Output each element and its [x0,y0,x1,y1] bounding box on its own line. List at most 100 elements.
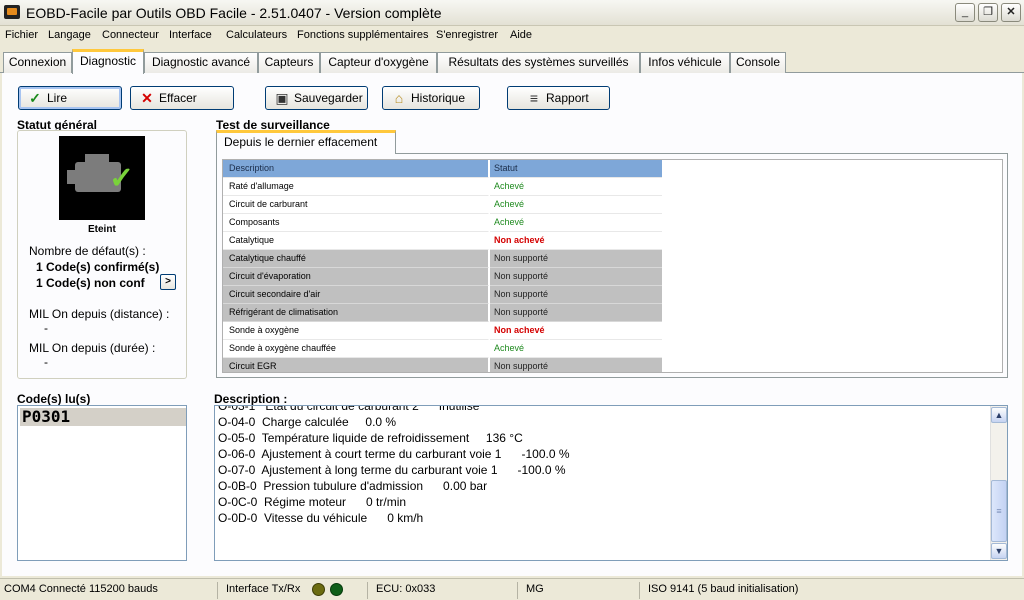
status-ecu: ECU: 0x033 [372,582,518,599]
mil-duree-value: - [44,355,48,369]
historique-button[interactable]: ⌂ Historique [382,86,480,110]
surveillance-table: Description Statut Raté d'allumage Achev… [222,159,1003,373]
row-description: Sonde à oxygène chauffée [223,340,489,358]
tab-capteurs[interactable]: Capteurs [258,52,320,73]
menu-calculateurs[interactable]: Calculateurs [226,29,287,41]
header-statut[interactable]: Statut [490,160,662,178]
status-interface: Interface Tx/Rx [222,582,368,599]
table-row[interactable]: Réfrigérant de climatisation Non support… [223,304,663,322]
show-more-codes-button[interactable]: > [160,274,176,290]
menu-langage[interactable]: Langage [48,29,91,41]
row-description: Raté d'allumage [223,178,489,196]
delete-x-icon: ✕ [141,90,153,106]
close-button[interactable]: ✕ [1001,3,1021,22]
table-row[interactable]: Raté d'allumage Achevé [223,178,663,196]
status-mg: MG [522,582,640,599]
table-row[interactable]: Circuit secondaire d'air Non supporté [223,286,663,304]
menu-enregistrer[interactable]: S'enregistrer [436,29,498,41]
row-description: Réfrigérant de climatisation [223,304,489,322]
tab-diagnostic[interactable]: Diagnostic [72,49,144,74]
menu-fichier[interactable]: Fichier [5,29,38,41]
codes-non-confirmes: 1 Code(s) non conf [36,276,145,290]
scroll-thumb[interactable]: ≡ [991,480,1007,542]
header-description[interactable]: Description [223,160,489,178]
mil-duree-label: MIL On depuis (durée) : [29,341,156,355]
folder-open-icon: ⌂ [394,90,404,106]
menu-aide[interactable]: Aide [510,29,532,41]
tab-depuis-dernier-effacement[interactable]: Depuis le dernier effacement [216,130,396,154]
row-statut: Achevé [490,196,662,214]
window-title: EOBD-Facile par Outils OBD Facile - 2.51… [26,5,442,21]
tx-led-icon [312,583,325,596]
status-protocol: ISO 9141 (5 baud initialisation) [648,583,799,595]
description-line: O-07-0 Ajustement à long terme du carbur… [218,463,566,477]
row-statut: Achevé [490,340,662,358]
description-line: O-06-0 Ajustement à court terme du carbu… [218,447,570,461]
menu-bar: Fichier Langage Connecteur Interface Cal… [0,26,1024,46]
lire-button[interactable]: ✓ Lire [18,86,122,110]
sauvegarder-button[interactable]: ▣ Sauvegarder [265,86,368,110]
description-line: O-05-0 Température liquide de refroidiss… [218,431,523,445]
row-statut: Achevé [490,214,662,232]
table-row[interactable]: Catalytique chauffé Non supporté [223,250,663,268]
table-row[interactable]: Circuit d'évaporation Non supporté [223,268,663,286]
row-statut: Non supporté [490,304,662,322]
title-bar[interactable]: EOBD-Facile par Outils OBD Facile - 2.51… [0,0,1024,26]
row-statut: Non achevé [490,322,662,340]
table-row[interactable]: Sonde à oxygène Non achevé [223,322,663,340]
green-check-icon: ✓ [109,162,135,195]
row-description: Circuit secondaire d'air [223,286,489,304]
row-statut: Achevé [490,178,662,196]
description-title: Description : [214,392,288,406]
table-row[interactable]: Sonde à oxygène chauffée Achevé [223,340,663,358]
scroll-down-arrow-icon[interactable]: ▼ [991,543,1007,559]
rx-led-icon [330,583,343,596]
menu-connecteur[interactable]: Connecteur [102,29,159,41]
mil-distance-label: MIL On depuis (distance) : [29,307,170,321]
row-statut: Non supporté [490,286,662,304]
tab-capteur-oxygene[interactable]: Capteur d'oxygène [320,52,437,73]
row-description: Sonde à oxygène [223,322,489,340]
app-window: EOBD-Facile par Outils OBD Facile - 2.51… [0,0,1024,600]
row-description: Circuit d'évaporation [223,268,489,286]
table-row[interactable]: Catalytique Non achevé [223,232,663,250]
tab-console[interactable]: Console [730,52,786,73]
codes-lus-title: Code(s) lu(s) [17,392,91,406]
check-icon: ✓ [29,90,41,106]
status-bar: COM4 Connecté 115200 bauds Interface Tx/… [0,578,1024,600]
nombre-defauts-label: Nombre de défaut(s) : [29,244,146,258]
mil-distance-value: - [44,321,48,335]
table-row[interactable]: Composants Achevé [223,214,663,232]
row-statut: Non achevé [490,232,662,250]
engine-warning-icon: ✓ [59,136,145,220]
description-line: O-0C-0 Régime moteur 0 tr/min [218,495,407,509]
description-line: O-0D-0 Vitesse du véhicule 0 km/h [218,511,424,525]
minimize-button[interactable]: _ [955,3,975,22]
app-logo-icon [4,5,20,19]
table-header: Description Statut [223,160,663,178]
table-row[interactable]: Circuit de carburant Achevé [223,196,663,214]
tab-diagnostic-avance[interactable]: Diagnostic avancé [144,52,258,73]
effacer-button[interactable]: ✕ Effacer [130,86,234,110]
menu-interface[interactable]: Interface [169,29,212,41]
surveillance-frame: Description Statut Raté d'allumage Achev… [216,153,1008,378]
mil-state: Eteint [88,224,116,235]
code-item-selected[interactable]: P0301 [20,408,186,426]
description-scrollbar[interactable]: ▲ ≡ ▼ [990,406,1007,560]
codes-list[interactable]: P0301 [17,405,187,561]
tab-infos-vehicule[interactable]: Infos véhicule [640,52,730,73]
rapport-button[interactable]: ≡ Rapport [507,86,610,110]
menu-fonctions-supplementaires[interactable]: Fonctions supplémentaires [297,29,428,41]
description-textbox[interactable]: O-03-1 Etat du circuit de carburant 2 In… [214,405,1008,561]
description-line: O-0B-0 Pression tubulure d'admission 0.0… [218,479,488,493]
row-description: Circuit EGR [223,358,489,372]
tab-resultats-systemes[interactable]: Résultats des systèmes surveillés [437,52,640,73]
row-statut: Non supporté [490,250,662,268]
row-statut: Non supporté [490,358,662,372]
description-line: O-04-0 Charge calculée 0.0 % [218,415,397,429]
scroll-up-arrow-icon[interactable]: ▲ [991,407,1007,423]
tab-connexion[interactable]: Connexion [3,52,72,73]
restore-button[interactable]: ❐ [978,3,998,22]
main-tabs: Connexion Diagnostic Diagnostic avancé C… [0,49,1024,74]
table-row[interactable]: Circuit EGR Non supporté [223,358,663,372]
